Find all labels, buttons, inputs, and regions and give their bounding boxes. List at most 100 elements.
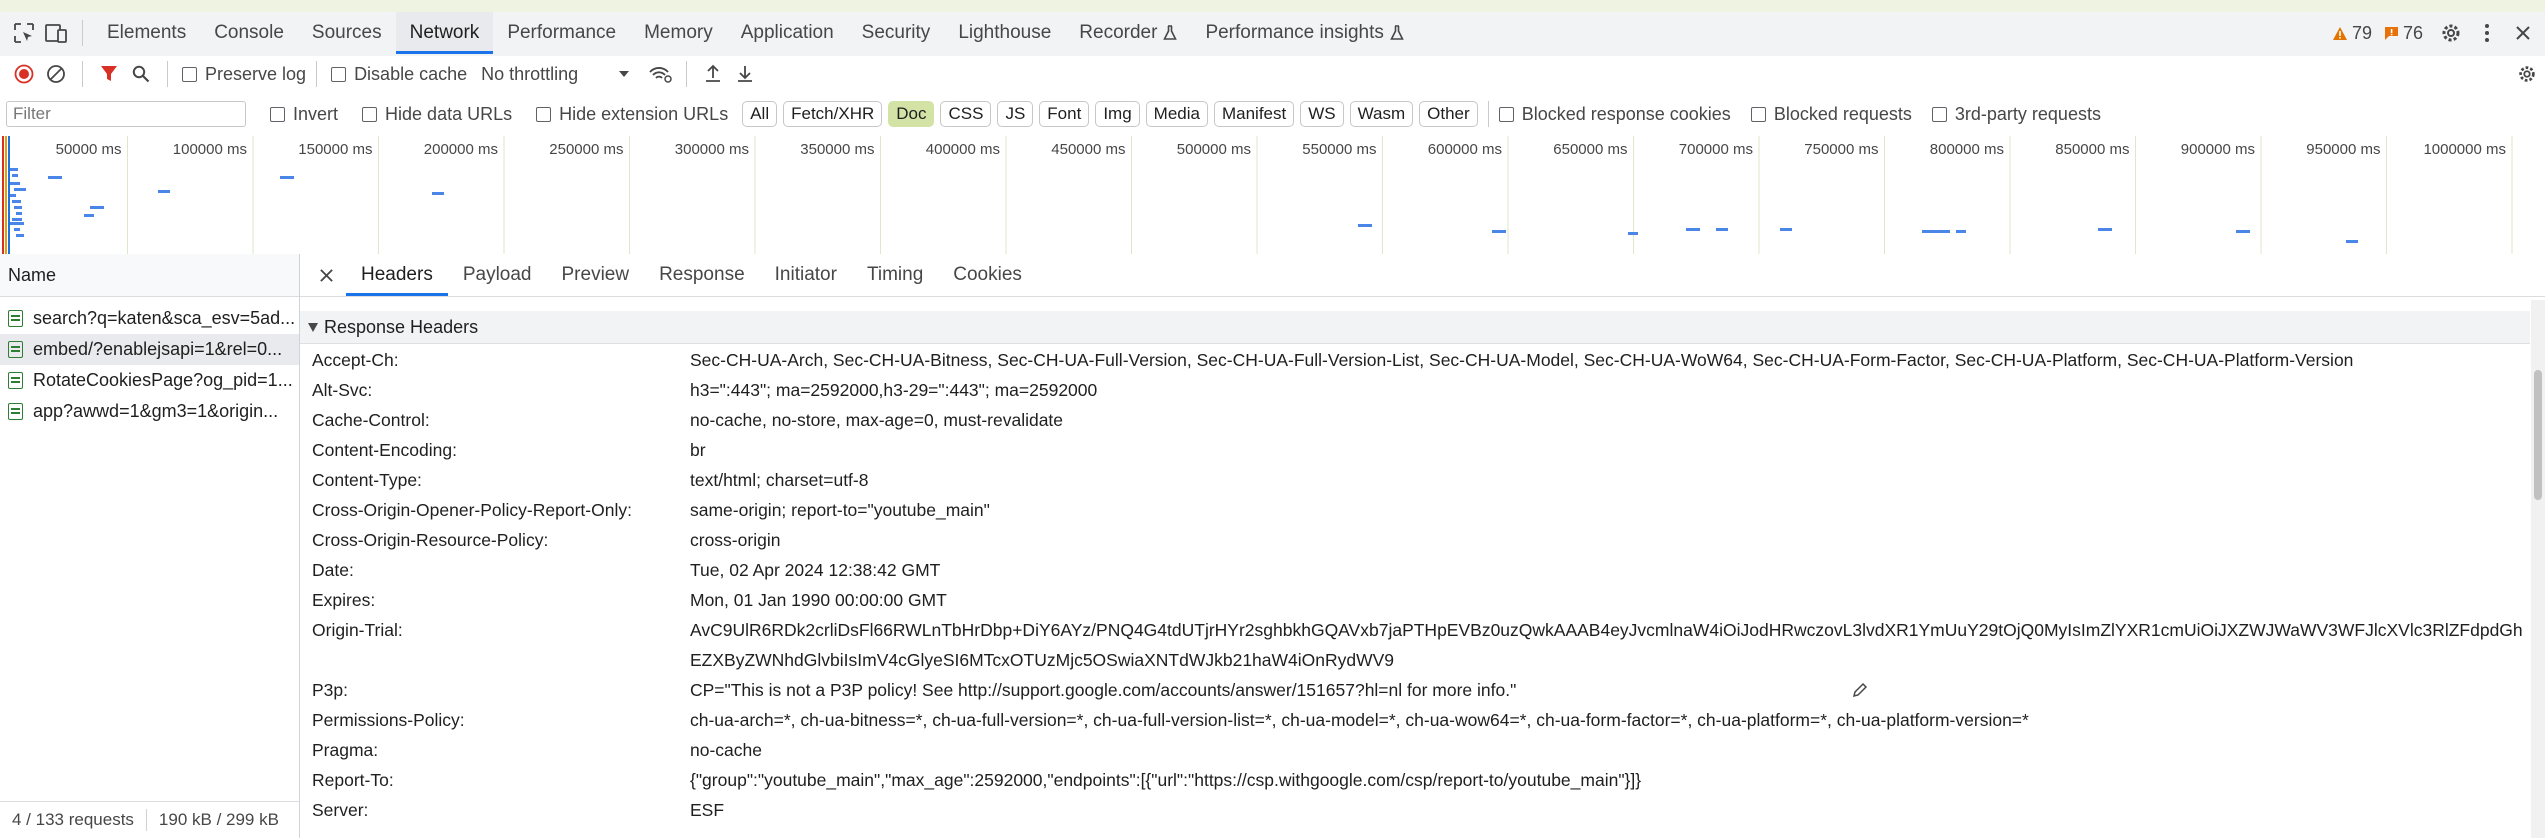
more-options-icon[interactable]	[2471, 17, 2503, 49]
header-value[interactable]: CP="This is not a P3P policy! See http:/…	[690, 675, 1516, 705]
tab-lighthouse[interactable]: Lighthouse	[944, 12, 1065, 54]
timeline-tick-label: 100000 ms	[173, 141, 247, 158]
detail-tab-timing[interactable]: Timing	[852, 254, 938, 296]
export-har-icon[interactable]	[729, 58, 761, 90]
timeline-tick-label: 950000 ms	[2306, 141, 2380, 158]
import-har-icon[interactable]	[697, 58, 729, 90]
detail-tab-response[interactable]: Response	[644, 254, 760, 296]
filter-chip-manifest[interactable]: Manifest	[1213, 101, 1295, 127]
invert-checkbox[interactable]: Invert	[270, 104, 338, 125]
header-value[interactable]: cross-origin	[690, 525, 780, 555]
header-value[interactable]: br	[690, 435, 706, 465]
header-value[interactable]: h3=":443"; ma=2592000,h3-29=":443"; ma=2…	[690, 375, 1097, 405]
blocked-response-cookies-checkbox[interactable]: Blocked response cookies	[1498, 104, 1731, 125]
header-value[interactable]: AvC9UlR6RDk2crliDsFl66RWLnTbHrDbp+DiY6AY…	[690, 615, 2523, 645]
name-column-header[interactable]: Name	[0, 254, 299, 297]
request-row[interactable]: app?awwd=1&gm3=1&origin...	[0, 396, 299, 427]
filter-chip-all[interactable]: All	[742, 101, 778, 127]
filter-chip-fetch-xhr[interactable]: Fetch/XHR	[783, 101, 883, 127]
tab-network[interactable]: Network	[395, 12, 494, 54]
header-value[interactable]: no-cache, no-store, max-age=0, must-reva…	[690, 405, 1063, 435]
divider	[82, 20, 83, 46]
request-timing-bar	[1922, 230, 1938, 233]
request-timing-bar	[1956, 230, 1966, 233]
header-value[interactable]: {"group":"youtube_main","max_age":259200…	[690, 765, 1641, 795]
detail-tab-cookies[interactable]: Cookies	[938, 254, 1037, 296]
header-value[interactable]: Mon, 01 Jan 1990 00:00:00 GMT	[690, 585, 947, 615]
header-value[interactable]: Tue, 02 Apr 2024 12:38:42 GMT	[690, 555, 940, 585]
request-timing-bar	[280, 176, 294, 179]
detail-scrollbar[interactable]	[2531, 300, 2545, 838]
filter-chip-img[interactable]: Img	[1095, 101, 1140, 127]
request-timing-bar	[1686, 228, 1700, 231]
checkbox-box[interactable]	[331, 66, 347, 82]
request-row[interactable]: embed/?enablejsapi=1&rel=0...	[0, 334, 299, 365]
network-conditions-icon[interactable]	[644, 58, 676, 90]
network-settings-gear-icon[interactable]	[2511, 58, 2543, 90]
header-name: Server:	[312, 800, 369, 820]
tab-recorder[interactable]: Recorder	[1065, 12, 1191, 54]
issues-counter[interactable]: 76	[2384, 23, 2423, 44]
tab-elements[interactable]: Elements	[93, 12, 200, 54]
inspect-element-icon[interactable]	[8, 17, 40, 49]
disable-cache-checkbox[interactable]: Disable cache	[331, 64, 467, 85]
detail-tab-initiator[interactable]: Initiator	[760, 254, 852, 296]
filter-chip-wasm[interactable]: Wasm	[1349, 101, 1414, 127]
filter-chip-doc[interactable]: Doc	[888, 101, 935, 127]
timeline-tick-label: 650000 ms	[1553, 141, 1627, 158]
filter-input[interactable]: Filter	[6, 101, 246, 127]
request-timing-bar	[16, 212, 22, 215]
top-stripe	[0, 0, 2545, 12]
warnings-count: 79	[2351, 22, 2372, 43]
header-value[interactable]: Sec-CH-UA-Arch, Sec-CH-UA-Bitness, Sec-C…	[690, 345, 2353, 375]
header-value[interactable]: text/html; charset=utf-8	[690, 465, 868, 495]
filter-funnel-icon[interactable]	[93, 58, 125, 90]
hide-data-urls-checkbox[interactable]: Hide data URLs	[362, 104, 512, 125]
checkbox-box[interactable]	[182, 66, 197, 82]
scrollbar-thumb[interactable]	[2534, 370, 2542, 500]
header-name: Cross-Origin-Resource-Policy:	[312, 530, 549, 550]
header-value[interactable]: ch-ua-arch=*, ch-ua-bitness=*, ch-ua-ful…	[690, 705, 2029, 735]
record-stop-icon[interactable]	[8, 58, 40, 90]
hide-extension-urls-checkbox[interactable]: Hide extension URLs	[536, 104, 728, 125]
third-party-requests-checkbox[interactable]: 3rd-party requests	[1931, 104, 2101, 125]
tab-security[interactable]: Security	[848, 12, 945, 54]
search-icon[interactable]	[125, 58, 157, 90]
timeline-tick-label: 850000 ms	[2055, 141, 2129, 158]
timeline-tick-label: 550000 ms	[1302, 141, 1376, 158]
response-headers-section-toggle[interactable]: Response Headers	[300, 311, 2530, 344]
filter-chip-font[interactable]: Font	[1039, 101, 1090, 127]
header-value[interactable]: same-origin; report-to="youtube_main"	[690, 495, 990, 525]
close-devtools-icon[interactable]	[2507, 17, 2539, 49]
tab-sources[interactable]: Sources	[298, 12, 396, 54]
network-overview-timeline[interactable]: 50000 ms 100000 ms 150000 ms 200000 ms 25000…	[0, 136, 2545, 255]
tab-console[interactable]: Console	[200, 12, 298, 54]
blocked-requests-checkbox[interactable]: Blocked requests	[1750, 104, 1912, 125]
filter-chip-css[interactable]: CSS	[940, 101, 992, 127]
detail-tab-payload[interactable]: Payload	[448, 254, 547, 296]
header-value[interactable]: ESF	[690, 795, 724, 825]
tab-performance-insights[interactable]: Performance insights	[1191, 12, 1417, 54]
preserve-log-checkbox[interactable]: Preserve log	[182, 64, 306, 85]
device-toolbar-icon[interactable]	[40, 17, 72, 49]
timeline-tick-label: 600000 ms	[1428, 141, 1502, 158]
filter-chip-other[interactable]: Other	[1419, 101, 1478, 127]
header-value[interactable]: no-cache	[690, 735, 762, 765]
filter-chip-media[interactable]: Media	[1145, 101, 1208, 127]
detail-tab-preview[interactable]: Preview	[547, 254, 645, 296]
header-value-continued[interactable]: EZXByZWNhdGlvbiIsImV4cGlyeSI6MTcxOTUzMjc…	[690, 645, 1394, 675]
clear-icon[interactable]	[40, 58, 72, 90]
close-detail-icon[interactable]	[310, 259, 342, 291]
request-row[interactable]: RotateCookiesPage?og_pid=1...	[0, 365, 299, 396]
tab-application[interactable]: Application	[727, 12, 848, 54]
filter-chip-js[interactable]: JS	[997, 101, 1034, 127]
tab-memory[interactable]: Memory	[630, 12, 727, 54]
settings-gear-icon[interactable]	[2435, 17, 2467, 49]
filter-chip-ws[interactable]: WS	[1300, 101, 1344, 127]
header-name: Accept-Ch:	[312, 350, 399, 370]
detail-tab-headers[interactable]: Headers	[346, 254, 448, 296]
request-row[interactable]: search?q=katen&sca_esv=5ad...	[0, 303, 299, 334]
throttling-select[interactable]: No throttling	[481, 64, 630, 85]
warnings-counter[interactable]: 79	[2332, 23, 2372, 44]
tab-performance[interactable]: Performance	[493, 12, 630, 54]
